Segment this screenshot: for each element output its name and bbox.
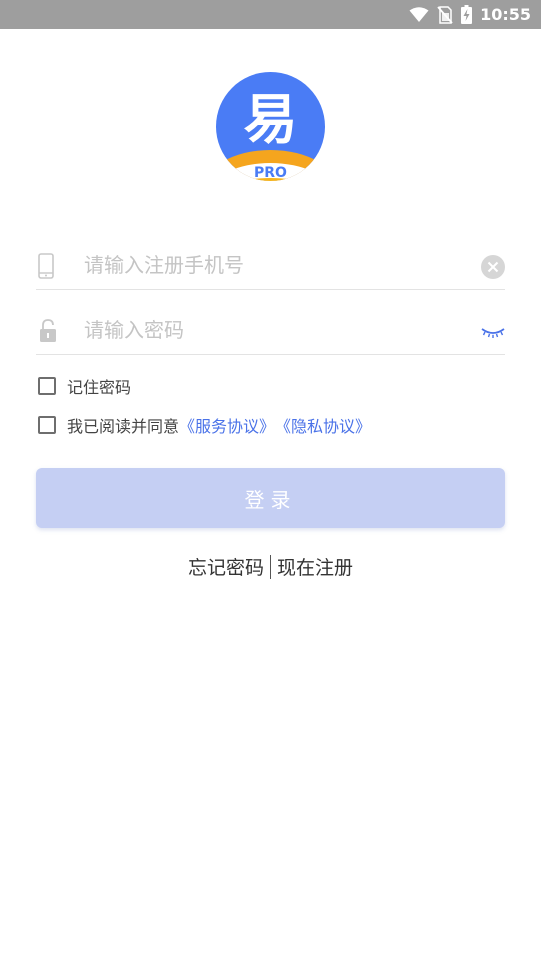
phone-field bbox=[36, 233, 505, 290]
agreement-checkbox[interactable] bbox=[38, 416, 56, 434]
phone-icon bbox=[38, 253, 56, 283]
status-time: 10:55 bbox=[480, 5, 531, 24]
logo-badge: PRO bbox=[254, 165, 287, 181]
remember-row: 记住密码 bbox=[38, 374, 131, 398]
status-icons: 10:55 bbox=[409, 0, 531, 29]
service-agreement-link[interactable]: 《服务协议》 bbox=[179, 413, 275, 437]
password-field bbox=[36, 298, 505, 355]
login-button-label: 登录 bbox=[244, 487, 297, 512]
register-link[interactable]: 现在注册 bbox=[277, 553, 353, 580]
privacy-agreement-link[interactable]: 《隐私协议》 bbox=[275, 413, 371, 437]
login-button[interactable]: 登录 bbox=[36, 468, 505, 528]
eye-closed-icon[interactable] bbox=[481, 325, 505, 339]
phone-input[interactable] bbox=[84, 251, 464, 279]
bottom-links: 忘记密码 现在注册 bbox=[0, 553, 541, 580]
clear-icon[interactable] bbox=[481, 255, 505, 279]
remember-label: 记住密码 bbox=[67, 378, 132, 397]
forgot-password-link[interactable]: 忘记密码 bbox=[188, 553, 264, 580]
wifi-icon bbox=[409, 6, 429, 23]
password-input[interactable] bbox=[84, 316, 464, 344]
logo-character: 易 bbox=[244, 88, 298, 151]
no-sim-icon bbox=[437, 5, 453, 24]
battery-charging-icon bbox=[461, 5, 473, 24]
login-screen: 10:55 易 PRO 请输入注册手机号 记住密码 我已阅读并同意 《服务协议》… bbox=[0, 0, 541, 963]
app-logo: 易 PRO bbox=[216, 72, 325, 181]
lock-icon bbox=[38, 318, 58, 348]
agreement-row: 我已阅读并同意 《服务协议》 《隐私协议》 bbox=[38, 413, 371, 437]
remember-checkbox[interactable] bbox=[38, 377, 56, 395]
agreement-label: 我已阅读并同意 bbox=[67, 417, 180, 436]
status-bar: 10:55 bbox=[0, 0, 541, 29]
link-divider bbox=[270, 554, 271, 579]
